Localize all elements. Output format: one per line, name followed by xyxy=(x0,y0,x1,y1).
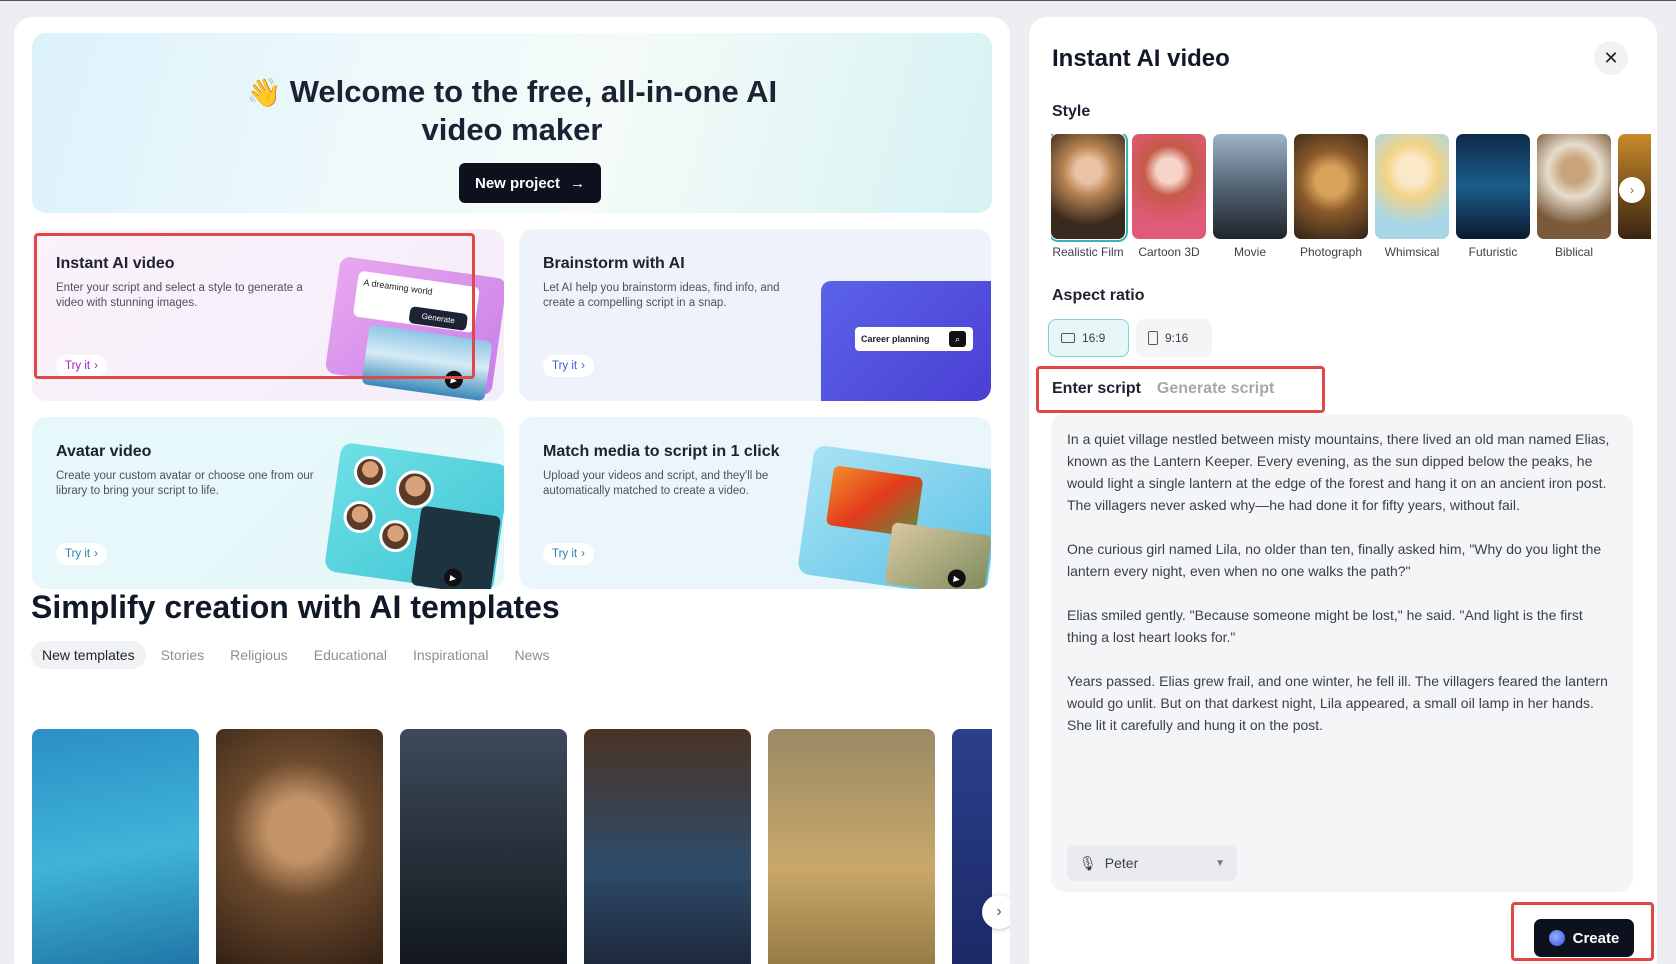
waving-hand-icon: 👋 xyxy=(246,77,282,108)
voice-selector[interactable]: 🎙 Peter ▼ xyxy=(1067,845,1237,881)
ocean-image xyxy=(361,324,493,401)
home-panel: 👋 Welcome to the free, all-in-one AI vide… xyxy=(14,17,1010,964)
brainstorm-card[interactable]: Brainstorm with AI Let AI help you brain… xyxy=(519,229,991,401)
chevron-right-icon: › xyxy=(996,903,1002,920)
template-thumbnail-knights[interactable] xyxy=(400,729,567,964)
templates-next-button[interactable]: › xyxy=(982,895,1010,929)
new-project-button[interactable]: New project → xyxy=(459,163,601,203)
instant-video-illustration: A dreaming world Generate ▶ xyxy=(324,255,504,401)
create-button[interactable]: Create xyxy=(1534,919,1634,957)
tab-inspirational[interactable]: Inspirational xyxy=(402,641,500,669)
tab-educational[interactable]: Educational xyxy=(303,641,398,669)
card-description: Upload your videos and script, and they'… xyxy=(543,470,769,497)
arrow-right-icon: → xyxy=(570,174,586,192)
landscape-icon xyxy=(1061,333,1075,343)
try-it-button[interactable]: Try it › xyxy=(543,355,594,377)
close-button[interactable]: ✕ xyxy=(1594,41,1628,75)
aspect-9-16-option[interactable]: 9:16 xyxy=(1136,319,1212,357)
try-it-button[interactable]: Try it › xyxy=(56,543,107,565)
close-icon: ✕ xyxy=(1603,47,1619,68)
template-thumbnail-divers[interactable] xyxy=(32,729,199,964)
template-thumbnail-partial[interactable] xyxy=(952,729,992,964)
aspect-ratio-label: Aspect ratio xyxy=(1052,287,1145,304)
match-media-card[interactable]: Match media to script in 1 click Upload … xyxy=(519,417,991,589)
style-picker: Realistic Film Cartoon 3D Movie Photogra… xyxy=(1051,134,1651,284)
tab-new-templates[interactable]: New templates xyxy=(31,641,146,669)
script-tabs: Enter script Generate script xyxy=(1052,380,1274,398)
style-cartoon-3d[interactable]: Cartoon 3D xyxy=(1132,134,1206,259)
card-title: Match media to script in 1 click xyxy=(543,443,780,460)
tab-stories[interactable]: Stories xyxy=(150,641,216,669)
style-photograph[interactable]: Photograph xyxy=(1294,134,1368,259)
card-description: Enter your script and select a style to … xyxy=(56,282,303,309)
avatar-illustration: ▶ xyxy=(323,441,504,589)
style-movie[interactable]: Movie xyxy=(1213,134,1287,259)
welcome-hero: 👋 Welcome to the free, all-in-one AI vide… xyxy=(32,33,992,213)
template-thumbnail-zebras[interactable] xyxy=(768,729,935,964)
style-biblical[interactable]: Biblical xyxy=(1537,134,1611,259)
chevron-right-icon: › xyxy=(94,360,98,372)
card-description: Let AI help you brainstorm ideas, find i… xyxy=(543,282,780,309)
search-icon: ⌕ xyxy=(949,331,966,347)
create-orb-icon xyxy=(1548,930,1565,946)
template-thumbnail-woman-bar[interactable] xyxy=(584,729,751,964)
cactus-image xyxy=(884,522,991,589)
match-media-illustration: ▶ xyxy=(796,444,991,589)
brainstorm-illustration: Career planning ⌕ xyxy=(821,281,991,401)
style-futuristic[interactable]: Futuristic xyxy=(1456,134,1530,259)
style-whimsical[interactable]: Whimsical xyxy=(1375,134,1449,259)
avatar-face xyxy=(351,453,389,491)
template-thumbnails xyxy=(32,729,992,964)
chevron-down-icon: ▼ xyxy=(1215,857,1225,869)
card-title: Avatar video xyxy=(56,443,152,460)
avatar-face xyxy=(377,518,414,555)
template-thumbnail-sultan[interactable] xyxy=(216,729,383,964)
templates-heading: Simplify creation with AI templates xyxy=(31,589,560,625)
card-title: Brainstorm with AI xyxy=(543,255,685,272)
avatar-video-card[interactable]: Avatar video Create your custom avatar o… xyxy=(32,417,504,589)
aspect-16-9-option[interactable]: 16:9 xyxy=(1048,319,1129,357)
hero-title: 👋 Welcome to the free, all-in-one AI vide… xyxy=(246,74,778,147)
styles-next-button[interactable]: › xyxy=(1619,177,1645,203)
avatar-face xyxy=(393,467,437,511)
style-realistic-film[interactable]: Realistic Film xyxy=(1051,134,1128,259)
chevron-right-icon: › xyxy=(94,548,98,560)
card-title: Instant AI video xyxy=(56,255,175,272)
script-textarea[interactable]: In a quiet village nestled between misty… xyxy=(1067,428,1615,736)
tab-religious[interactable]: Religious xyxy=(219,641,299,669)
style-label: Style xyxy=(1052,103,1091,120)
tab-generate-script[interactable]: Generate script xyxy=(1157,380,1274,398)
chevron-right-icon: › xyxy=(1630,183,1634,197)
tab-news[interactable]: News xyxy=(503,641,560,669)
instant-ai-video-panel: Instant AI video ✕ Style Realistic Film … xyxy=(1029,17,1657,964)
instant-ai-video-card[interactable]: Instant AI video Enter your script and s… xyxy=(32,229,504,401)
portrait-icon xyxy=(1148,331,1158,345)
script-editor[interactable]: In a quiet village nestled between misty… xyxy=(1051,414,1633,892)
panel-title: Instant AI video xyxy=(1052,45,1230,72)
card-description: Create your custom avatar or choose one … xyxy=(56,470,314,497)
voice-icon: 🎙 xyxy=(1079,854,1097,871)
tab-enter-script[interactable]: Enter script xyxy=(1052,380,1141,398)
window-top-edge xyxy=(0,0,1676,1)
avatar-face xyxy=(341,498,378,536)
chevron-right-icon: › xyxy=(581,548,585,560)
try-it-button[interactable]: Try it › xyxy=(543,543,594,565)
try-it-button[interactable]: Try it › xyxy=(56,355,107,377)
chevron-right-icon: › xyxy=(581,360,585,372)
template-tabs: New templates Stories Religious Educatio… xyxy=(31,641,560,669)
